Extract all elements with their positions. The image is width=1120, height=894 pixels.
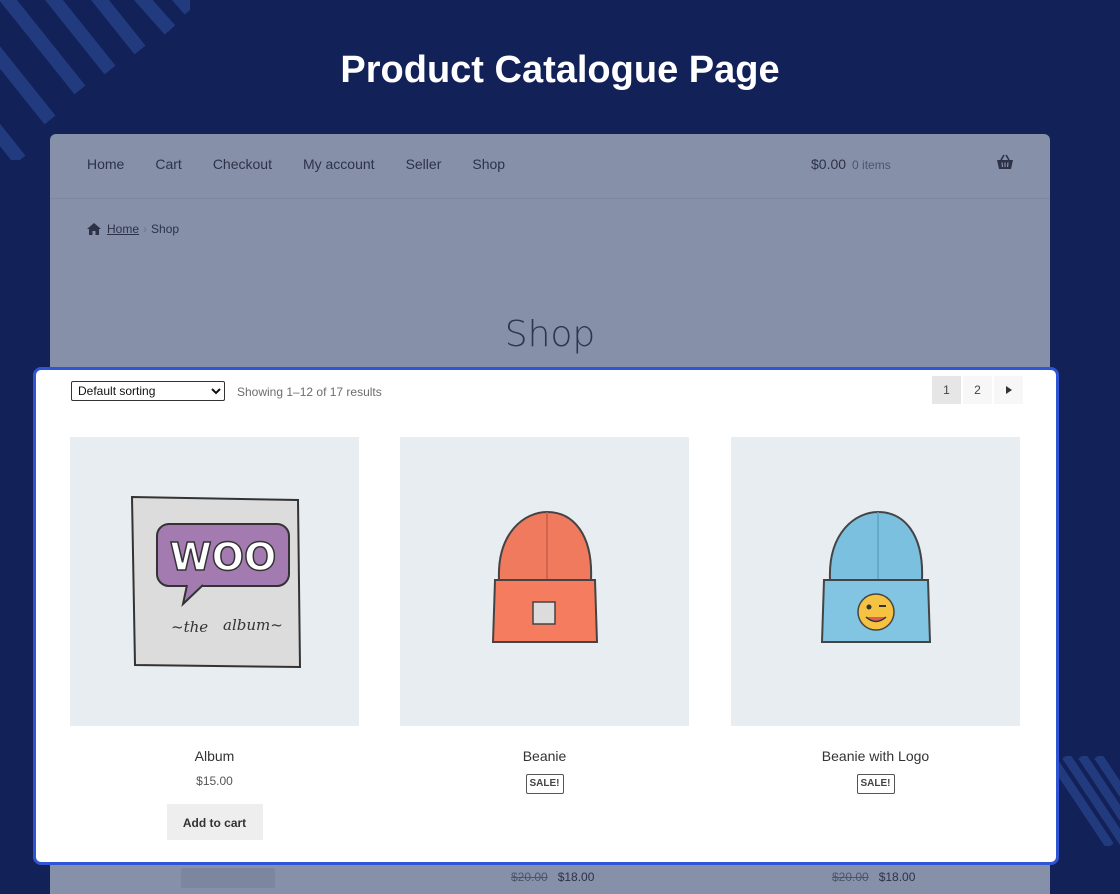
sale-badge: SALE!	[856, 774, 895, 794]
product-name[interactable]: Album	[70, 747, 359, 765]
svg-text:~the: ~the	[171, 618, 208, 636]
page-heading: Product Catalogue Page	[340, 49, 780, 91]
svg-text:WOO: WOO	[169, 535, 276, 579]
woo-album-image: WOO ~the album~	[130, 495, 301, 668]
blue-beanie-logo-image	[820, 510, 931, 643]
product-image-beanie-with-logo[interactable]	[731, 437, 1020, 726]
primary-nav: Home Cart Checkout My account Seller Sho…	[87, 156, 536, 172]
new-price: $18.00	[878, 870, 916, 884]
cart-count: 0 items	[852, 158, 891, 172]
cart-summary[interactable]: $0.00 0 items	[811, 156, 891, 173]
product-image-beanie[interactable]	[400, 437, 689, 726]
old-price: $20.00	[832, 870, 869, 884]
product-name[interactable]: Beanie	[400, 747, 689, 765]
product-card-album: WOO ~the album~ Album $15.00 Add to cart	[70, 437, 359, 840]
orange-beanie-image	[491, 510, 598, 643]
old-price: $20.00	[511, 870, 548, 884]
product-grid-panel: Default sorting Showing 1–12 of 17 resul…	[33, 367, 1059, 865]
nav-item-seller[interactable]: Seller	[406, 156, 442, 172]
add-to-cart-button[interactable]: Add to cart	[166, 804, 263, 840]
home-icon	[87, 223, 101, 235]
sale-badge: SALE!	[525, 774, 564, 794]
caret-right-icon	[1005, 386, 1012, 394]
nav-item-cart[interactable]: Cart	[155, 156, 181, 172]
nav-item-home[interactable]: Home	[87, 156, 124, 172]
product-image-album[interactable]: WOO ~the album~	[70, 437, 359, 726]
nav-item-checkout[interactable]: Checkout	[213, 156, 272, 172]
breadcrumb-home-link[interactable]: Home	[107, 222, 139, 236]
nav-item-my-account[interactable]: My account	[303, 156, 375, 172]
breadcrumb-separator: ›	[143, 222, 148, 236]
store-header: Home Cart Checkout My account Seller Sho…	[50, 134, 1050, 199]
sort-select[interactable]: Default sorting	[71, 381, 225, 401]
partial-price: $20.00 $18.00	[832, 870, 915, 884]
new-price: $18.00	[557, 870, 595, 884]
breadcrumb-current: Shop	[151, 222, 180, 236]
product-card-beanie: Beanie SALE!	[400, 437, 689, 794]
product-price: $15.00	[196, 774, 233, 788]
pagination: 1 2	[932, 376, 1023, 404]
product-card-beanie-with-logo: Beanie with Logo SALE!	[731, 437, 1020, 794]
result-count: Showing 1–12 of 17 results	[237, 385, 382, 399]
decorative-stripes-bottom-right	[1050, 756, 1120, 846]
next-page-button[interactable]	[994, 376, 1023, 404]
partial-price: $20.00 $18.00	[511, 870, 594, 884]
nav-item-shop[interactable]: Shop	[472, 156, 505, 172]
product-name[interactable]: Beanie with Logo	[731, 747, 1020, 765]
shop-title: Shop	[504, 314, 596, 355]
cart-total: $0.00	[811, 156, 847, 172]
page-2-link[interactable]: 2	[963, 376, 992, 404]
page-1-current: 1	[932, 376, 961, 404]
partial-add-to-cart-button	[181, 868, 275, 888]
basket-icon[interactable]	[996, 154, 1014, 172]
svg-text:album~: album~	[223, 616, 283, 634]
breadcrumb: Home › Shop	[87, 222, 179, 236]
